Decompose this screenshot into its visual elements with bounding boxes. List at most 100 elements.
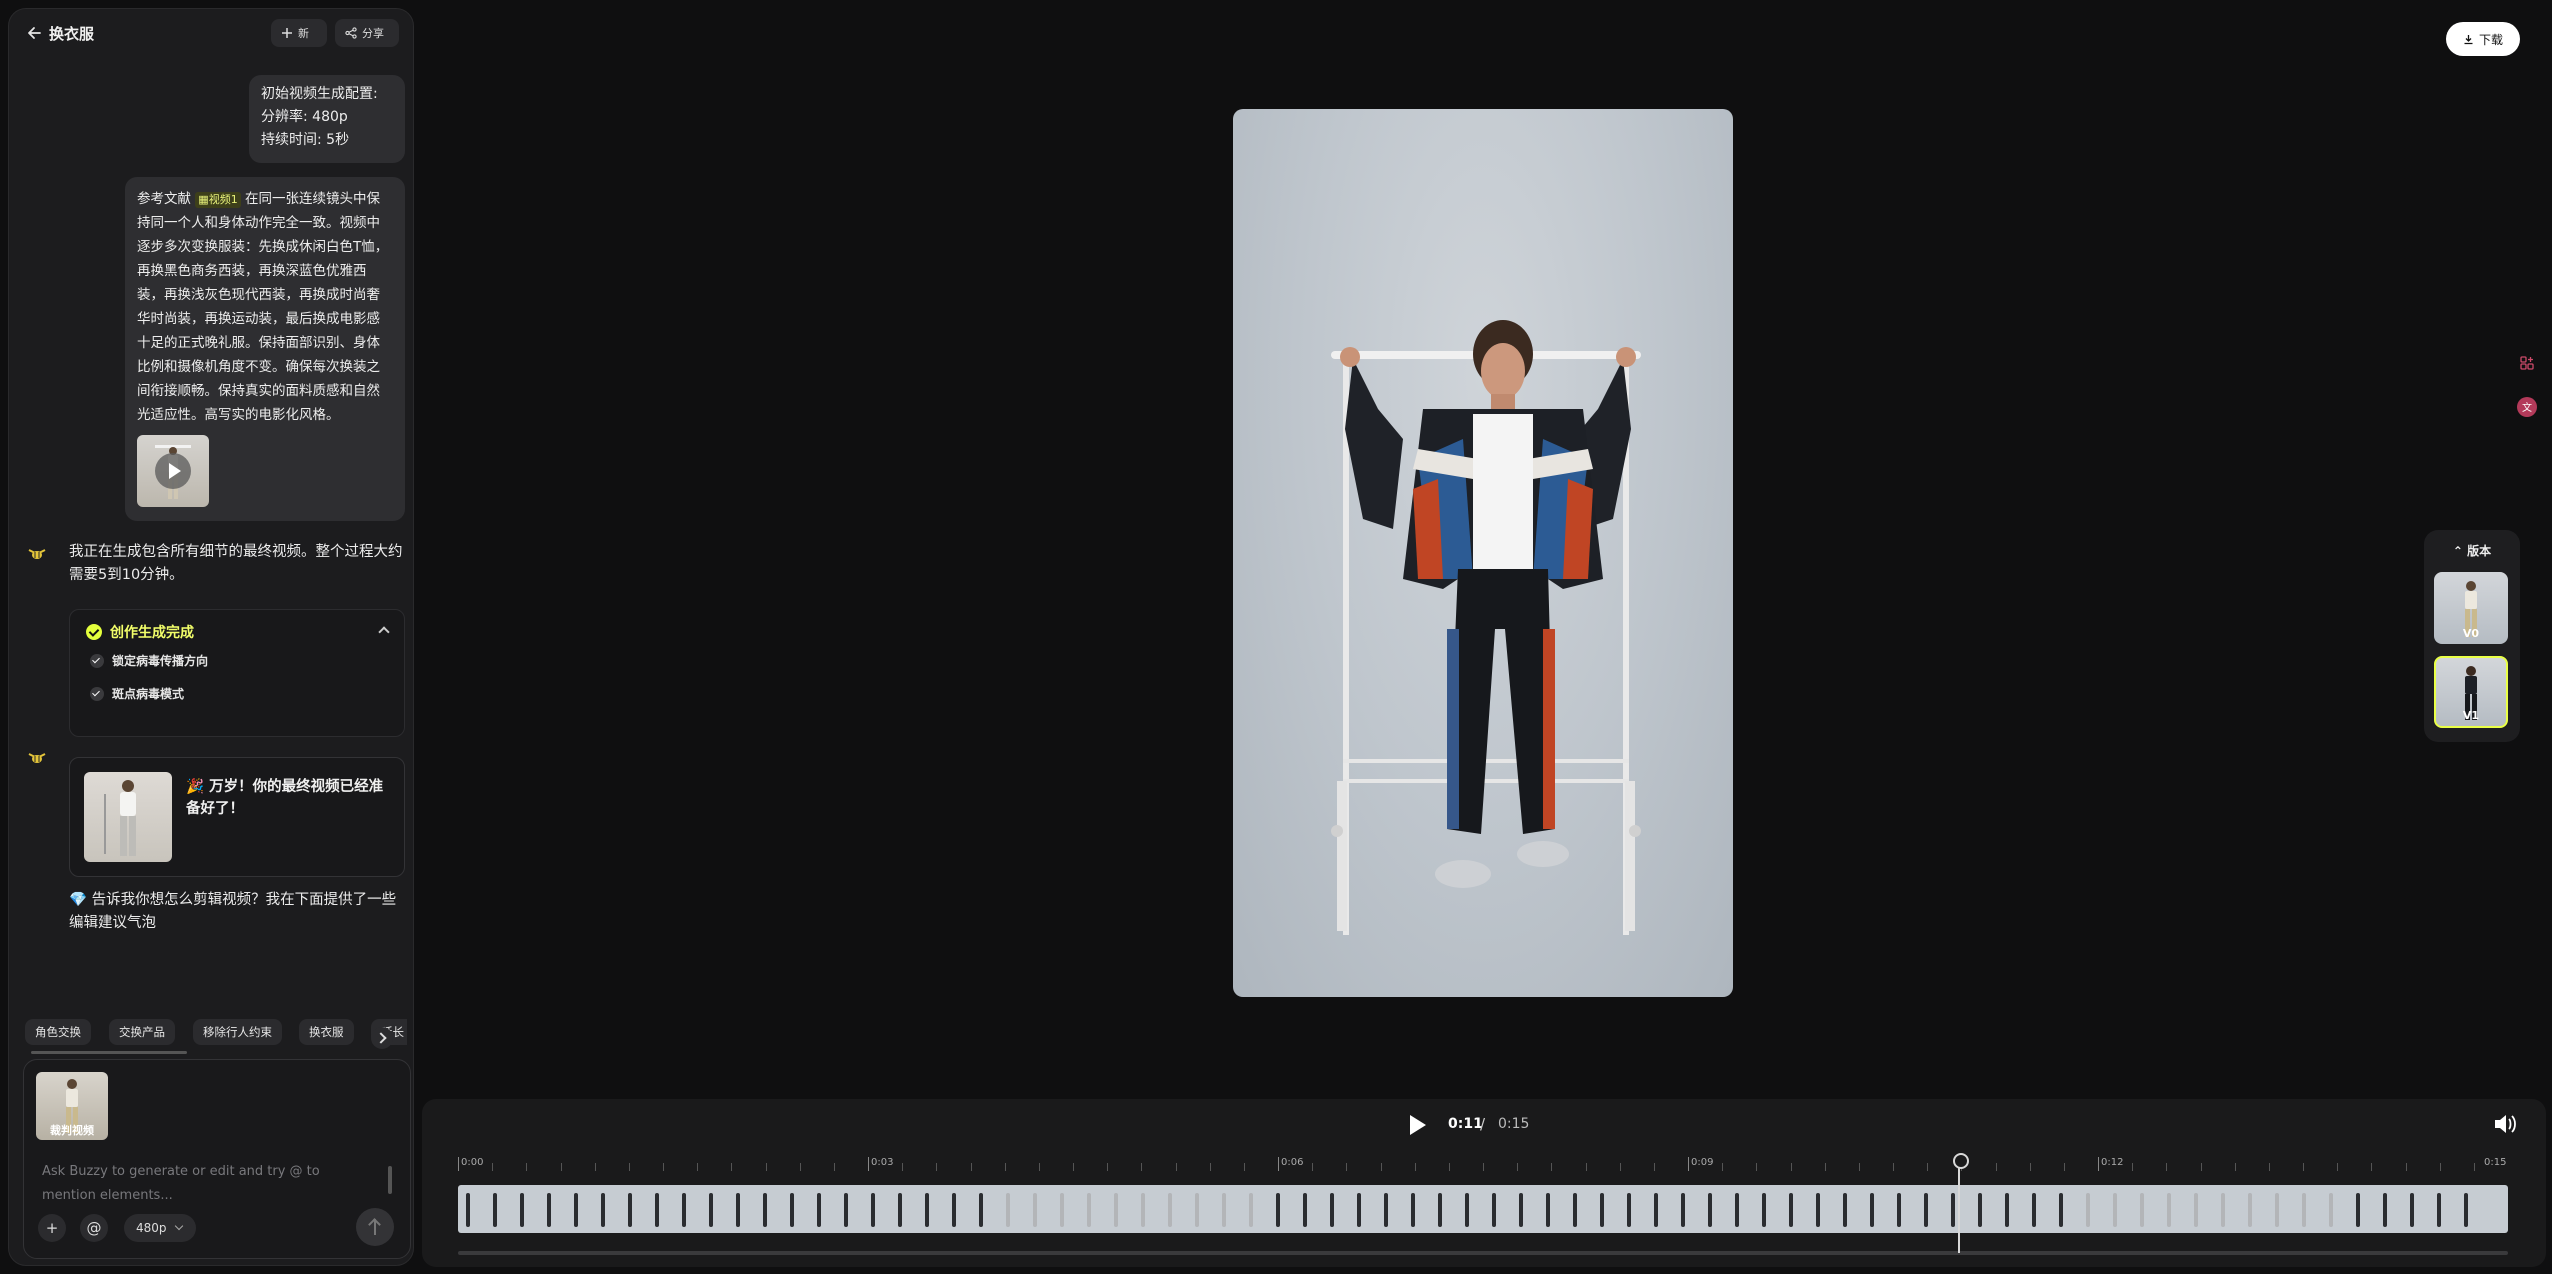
chips-scrollbar[interactable] (31, 1051, 187, 1054)
config-line-duration: 持续时间: 5秒 (261, 132, 350, 148)
filmstrip-frame (1403, 1185, 1423, 1233)
filmstrip-frame (1727, 1185, 1747, 1233)
reference-tag-label: 视频1 (208, 193, 238, 206)
versions-header[interactable]: ⌃ 版本 (2424, 542, 2520, 559)
play-icon[interactable] (155, 453, 191, 489)
ruler-major-tick (1278, 1157, 1279, 1171)
filmstrip-frame (1592, 1185, 1612, 1233)
attachment-thumbnail[interactable]: 裁判视频 (36, 1072, 108, 1140)
ruler-major-tick (868, 1157, 869, 1171)
version-label: V0 (2462, 627, 2480, 640)
ruler-label: 0:03 (871, 1157, 894, 1168)
download-button[interactable]: 下载 (2446, 22, 2520, 56)
final-video-card[interactable]: 🎉 万岁！你的最终视频已经准备好了！ (69, 757, 405, 877)
ruler-minor-tick (1448, 1163, 1450, 1171)
ruler-minor-tick (1038, 1163, 1040, 1171)
ruler-minor-tick (594, 1163, 596, 1171)
buzzy-bee-icon (28, 549, 46, 559)
filmstrip-frame (1511, 1185, 1531, 1233)
filmstrip-frame (1133, 1185, 1153, 1233)
translate-icon[interactable]: 文 (2516, 396, 2538, 418)
filmstrip-frame (2132, 1185, 2152, 1233)
version-thumbnail-v1[interactable]: V1 (2434, 656, 2508, 728)
ruler-major-tick (1688, 1157, 1689, 1171)
ruler-minor-tick (2200, 1163, 2202, 1171)
mention-button[interactable]: @ (80, 1214, 108, 1242)
prompt-input[interactable]: Ask Buzzy to generate or edit and try @ … (42, 1160, 362, 1208)
timeline-ruler[interactable]: 0:00 0:03 0:06 0:09 0:12 0:15 (458, 1155, 2508, 1175)
playhead[interactable] (1953, 1153, 1969, 1253)
timeline-filmstrip[interactable] (458, 1185, 2508, 1233)
filmstrip-frame (917, 1185, 937, 1233)
filmstrip-frame (1754, 1185, 1774, 1233)
filmstrip-frame (863, 1185, 883, 1233)
filmstrip-frame (1349, 1185, 1369, 1233)
filmstrip-frame (1916, 1185, 1936, 1233)
filmstrip-frame (1430, 1185, 1450, 1233)
steps-header[interactable]: 创作生成完成 (86, 622, 194, 642)
ruler-minor-tick (1141, 1163, 1143, 1171)
send-arrow-icon[interactable] (356, 1208, 394, 1246)
ruler-minor-tick (1927, 1163, 1929, 1171)
apps-grid-icon[interactable] (2516, 352, 2538, 374)
filmstrip-frame (2105, 1185, 2125, 1233)
suggestion-chips: 角色交换 交换产品 移除行人约束 换衣服 延长 (25, 1019, 407, 1045)
ruler-minor-tick (2405, 1163, 2407, 1171)
volume-icon[interactable] (2492, 1111, 2518, 1137)
ruler-minor-tick (560, 1163, 562, 1171)
share-button-label: 分享 (362, 27, 384, 40)
filmstrip-frame (1781, 1185, 1801, 1233)
chevron-up-icon[interactable] (378, 626, 390, 638)
filmstrip-frame (890, 1185, 910, 1233)
video-preview[interactable] (1233, 109, 1733, 997)
filmstrip-frame (971, 1185, 991, 1233)
filmstrip-frame (1241, 1185, 1261, 1233)
check-circle-icon (86, 624, 102, 640)
input-scrollbar[interactable] (388, 1166, 392, 1194)
filmstrip-frame (1025, 1185, 1045, 1233)
steps-title-text: 创作生成完成 (110, 625, 194, 641)
resolution-select[interactable]: 480p (124, 1214, 196, 1242)
ruler-major-tick (2098, 1157, 2099, 1171)
ruler-minor-tick (1551, 1163, 1553, 1171)
play-icon[interactable] (1406, 1113, 1428, 1137)
timeline-scrollbar[interactable] (458, 1251, 2508, 1255)
ruler-minor-tick (1893, 1163, 1894, 1171)
reference-video-thumbnail[interactable] (137, 435, 209, 507)
new-button-label: 新 (298, 27, 309, 40)
new-button[interactable]: 新 (271, 19, 327, 47)
chip-character-swap[interactable]: 角色交换 (25, 1019, 91, 1045)
ruler-minor-tick (1858, 1163, 1860, 1171)
ruler-minor-tick (2371, 1163, 2373, 1171)
filmstrip-frame (1079, 1185, 1099, 1233)
filmstrip-frame (1943, 1185, 1963, 1233)
ruler-minor-tick (2063, 1163, 2065, 1171)
filmstrip-frame (809, 1185, 829, 1233)
filmstrip-frame (1322, 1185, 1342, 1233)
share-button[interactable]: 分享 (335, 19, 399, 47)
filmstrip-frame (1808, 1185, 1828, 1233)
back-arrow-icon[interactable] (25, 23, 45, 43)
ruler-minor-tick (1585, 1163, 1587, 1171)
add-attachment-button[interactable]: + (38, 1214, 66, 1242)
chip-change-clothes[interactable]: 换衣服 (299, 1019, 354, 1045)
ruler-minor-tick (2029, 1163, 2031, 1171)
user-message-prompt: 参考文献 ▦视频1 在同一张连续镜头中保持同一个人和身体动作完全一致。视频中逐步… (125, 177, 405, 521)
assistant-message-generating: 我正在生成包含所有细节的最终视频。整个过程大约需要5到10分钟。 (69, 544, 403, 583)
chevron-right-icon[interactable] (371, 1027, 393, 1049)
reference-video-tag[interactable]: ▦视频1 (195, 192, 241, 208)
ruler-minor-tick (1722, 1163, 1724, 1171)
ruler-minor-tick (2439, 1163, 2441, 1171)
filmstrip-frame (782, 1185, 802, 1233)
ruler-minor-tick (697, 1163, 699, 1171)
config-line-resolution: 分辨率: 480p (261, 109, 348, 125)
filmstrip-frame (1457, 1185, 1477, 1233)
filmstrip-frame (2186, 1185, 2206, 1233)
ruler-minor-tick (1175, 1163, 1177, 1171)
filmstrip-frame (2429, 1185, 2449, 1233)
chip-remove-pedestrian[interactable]: 移除行人约束 (193, 1019, 282, 1045)
sidebar-header: 换衣服 新 分享 (9, 9, 413, 55)
final-video-thumbnail[interactable] (84, 772, 172, 862)
version-thumbnail-v0[interactable]: V0 (2434, 572, 2508, 644)
chip-swap-product[interactable]: 交换产品 (109, 1019, 175, 1045)
